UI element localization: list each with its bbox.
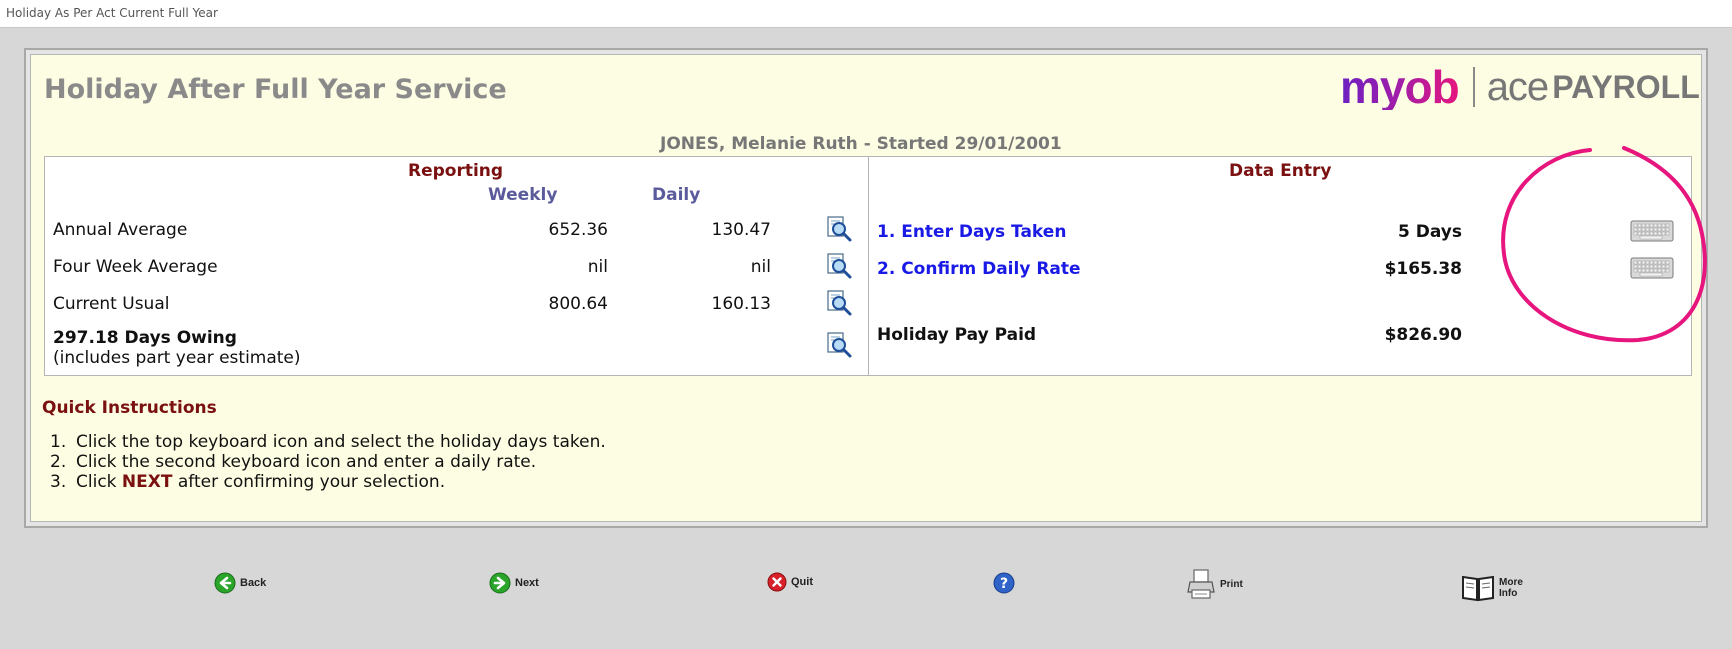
logo-payroll: PAYROLL	[1552, 69, 1700, 105]
next-button[interactable]: Next	[489, 572, 539, 594]
window-titlebar: Holiday As Per Act Current Full Year	[0, 0, 1732, 28]
printer-icon	[1187, 569, 1215, 599]
days-taken-value: 5 Days	[1397, 222, 1462, 242]
row-daily-current-usual: 160.13	[711, 294, 771, 314]
col-daily-header: Daily	[652, 185, 701, 205]
row-weekly-four-week-average: nil	[587, 257, 608, 277]
days-owing-note: (includes part year estimate)	[53, 348, 301, 368]
data-entry-panel: Data Entry 1. Enter Days Taken 5 Days 2.…	[868, 156, 1692, 376]
back-arrow-icon	[214, 572, 236, 594]
logo-ace: ace	[1486, 65, 1549, 109]
enter-days-taken-link[interactable]: 1. Enter Days Taken	[877, 222, 1066, 242]
reporting-title: Reporting	[408, 161, 504, 181]
instruction-item: 3. Click NEXT after confirming your selec…	[50, 472, 446, 492]
magnifier-icon[interactable]	[825, 215, 853, 243]
logo-divider	[1472, 67, 1475, 107]
keyboard-icon[interactable]	[1630, 219, 1674, 243]
magnifier-icon[interactable]	[825, 289, 853, 317]
employee-name: JONES, Melanie Ruth - Started 29/01/2001	[660, 134, 1062, 154]
row-label-four-week-average: Four Week Average	[53, 257, 218, 277]
row-label-current-usual: Current Usual	[53, 294, 170, 314]
next-label: Next	[515, 577, 539, 589]
col-weekly-header: Weekly	[488, 185, 558, 205]
window-title: Holiday As Per Act Current Full Year	[6, 6, 218, 20]
quit-label: Quit	[791, 576, 813, 588]
back-button[interactable]: Back	[214, 572, 266, 594]
confirm-daily-rate-link[interactable]: 2. Confirm Daily Rate	[877, 259, 1081, 279]
more-info-label: More Info	[1499, 577, 1523, 599]
magnifier-icon[interactable]	[825, 252, 853, 280]
days-owing-label: 297.18 Days Owing	[53, 328, 237, 348]
row-daily-four-week-average: nil	[750, 257, 771, 277]
quick-instructions-title: Quick Instructions	[42, 398, 217, 418]
magnifier-icon[interactable]	[825, 331, 853, 359]
daily-rate-value: $165.38	[1384, 259, 1462, 279]
book-icon	[1462, 575, 1494, 602]
row-weekly-current-usual: 800.64	[548, 294, 608, 314]
next-arrow-icon	[489, 572, 511, 594]
row-weekly-annual-average: 652.36	[548, 220, 608, 240]
page-title: Holiday After Full Year Service	[44, 74, 507, 105]
print-button[interactable]: Print	[1186, 568, 1243, 600]
quit-x-icon	[767, 572, 787, 592]
logo-myob: myob	[1340, 61, 1460, 113]
help-button[interactable]: ?	[993, 572, 1015, 594]
row-daily-annual-average: 130.47	[711, 220, 771, 240]
more-info-button[interactable]: More Info	[1461, 574, 1523, 602]
holiday-pay-paid-value: $826.90	[1384, 325, 1462, 345]
data-entry-title: Data Entry	[1229, 161, 1332, 181]
svg-text:?: ?	[1000, 576, 1008, 592]
instruction-item: 1. Click the top keyboard icon and select…	[50, 432, 606, 452]
reporting-panel: Reporting Weekly Daily Annual Average 65…	[44, 156, 869, 376]
holiday-pay-paid-label: Holiday Pay Paid	[877, 325, 1037, 345]
back-label: Back	[240, 577, 267, 589]
myob-ace-payroll-logo: myob ace PAYROLL	[1340, 64, 1700, 110]
print-label: Print	[1220, 578, 1243, 590]
instruction-item: 2. Click the second keyboard icon and ent…	[50, 452, 537, 472]
quit-button[interactable]: Quit	[767, 572, 813, 592]
keyboard-icon[interactable]	[1630, 256, 1674, 280]
help-question-icon: ?	[993, 572, 1015, 594]
row-label-annual-average: Annual Average	[53, 220, 188, 240]
